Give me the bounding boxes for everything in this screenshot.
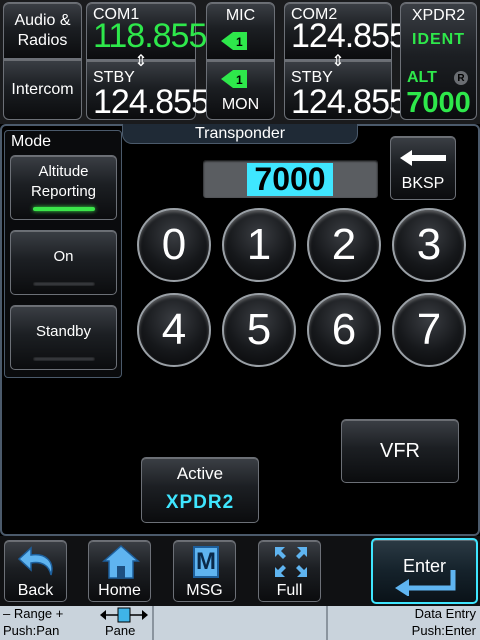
altitude-reporting-button[interactable]: Altitude Reporting (10, 155, 117, 220)
enter-button[interactable]: Enter (371, 538, 478, 604)
code-display-value: 7000 (247, 161, 333, 197)
active-label: Active (176, 464, 224, 483)
back-arrow-icon (17, 545, 57, 579)
enter-arrow-icon (393, 568, 459, 597)
xpdr-mode-alt: ALT (407, 69, 437, 86)
mic-button[interactable]: MIC 1 (206, 2, 275, 60)
mon-label: MON (221, 96, 260, 113)
key-7[interactable]: 7 (392, 293, 466, 367)
home-label: Home (98, 582, 141, 599)
active-xpdr-button[interactable]: Active XPDR2 (141, 457, 259, 523)
vfr-button[interactable]: VFR (341, 419, 459, 483)
xpdr-squawk-code: 7000 (406, 87, 471, 119)
key-0[interactable]: 0 (137, 208, 211, 282)
msg-icon: M (193, 546, 219, 578)
on-button[interactable]: On (10, 230, 117, 295)
svg-text:1: 1 (236, 73, 243, 87)
standby-label: Standby (35, 323, 92, 340)
full-button[interactable]: Full (258, 540, 321, 602)
home-icon (102, 544, 140, 580)
key-4[interactable]: 4 (137, 293, 211, 367)
com1-swap-icon[interactable]: ⇕ (132, 52, 150, 70)
msg-button[interactable]: M MSG (173, 540, 236, 602)
standby-indicator (33, 357, 95, 361)
mic-com1-indicator-icon: 1 (221, 31, 247, 51)
back-button[interactable]: Back (4, 540, 67, 602)
audio-radios-line1: Audio & (14, 12, 71, 29)
on-indicator (33, 282, 95, 286)
data-entry-label: Data Entry (414, 606, 476, 621)
com2-active-frequency: 124.855 (291, 17, 408, 55)
key-6[interactable]: 6 (307, 293, 381, 367)
push-pan-label: Push:Pan (3, 623, 60, 638)
knob-label-strip (0, 606, 480, 640)
back-label: Back (17, 582, 54, 599)
key-5[interactable]: 5 (222, 293, 296, 367)
knob-divider-left (152, 606, 154, 640)
backspace-button[interactable]: BKSP (390, 136, 456, 200)
altitude-reporting-line1: Altitude (38, 163, 89, 180)
audio-radios-button[interactable]: Audio & Radios (3, 2, 82, 59)
range-label: – Range + (3, 606, 64, 621)
msg-label: MSG (186, 582, 223, 599)
xpdr-status-button[interactable]: XPDR2 IDENT ALT R 7000 (400, 2, 477, 120)
intercom-button[interactable]: Intercom (3, 59, 82, 120)
mic-label: MIC (225, 7, 256, 24)
on-label: On (53, 248, 74, 265)
pane-title: Transponder (194, 125, 286, 142)
pane-label: Pane (105, 623, 136, 638)
xpdr-reply-icon: R (454, 71, 468, 85)
push-enter-label: Push:Enter (411, 623, 476, 638)
com1-standby-frequency: 124.855 (93, 83, 210, 121)
com2-swap-icon[interactable]: ⇕ (329, 52, 347, 70)
mon-button[interactable]: 1 MON (206, 60, 275, 120)
fullscreen-icon (273, 545, 309, 579)
svg-text:1: 1 (236, 35, 243, 49)
active-xpdr-value: XPDR2 (165, 492, 235, 513)
altitude-reporting-line2: Reporting (30, 183, 97, 200)
pane-selector-icon (100, 607, 148, 623)
com2-standby-frequency: 124.855 (291, 83, 408, 121)
mode-title: Mode (11, 133, 52, 150)
com1-active-frequency: 118.855 (93, 17, 207, 55)
home-button[interactable]: Home (88, 540, 151, 602)
knob-divider-right (326, 606, 328, 640)
vfr-label: VFR (380, 439, 420, 462)
key-2[interactable]: 2 (307, 208, 381, 282)
standby-button[interactable]: Standby (10, 305, 117, 370)
pane-title-tab: Transponder (122, 124, 358, 144)
xpdr-label: XPDR2 (411, 7, 466, 24)
xpdr-ident-status: IDENT (412, 31, 465, 48)
backspace-arrow-icon (400, 149, 448, 167)
full-label: Full (276, 582, 303, 599)
backspace-label: BKSP (401, 175, 445, 192)
mon-com1-indicator-icon: 1 (221, 69, 247, 89)
key-3[interactable]: 3 (392, 208, 466, 282)
intercom-label: Intercom (11, 80, 74, 98)
audio-radios-line2: Radios (17, 32, 68, 49)
altitude-reporting-indicator (33, 207, 95, 211)
key-1[interactable]: 1 (222, 208, 296, 282)
